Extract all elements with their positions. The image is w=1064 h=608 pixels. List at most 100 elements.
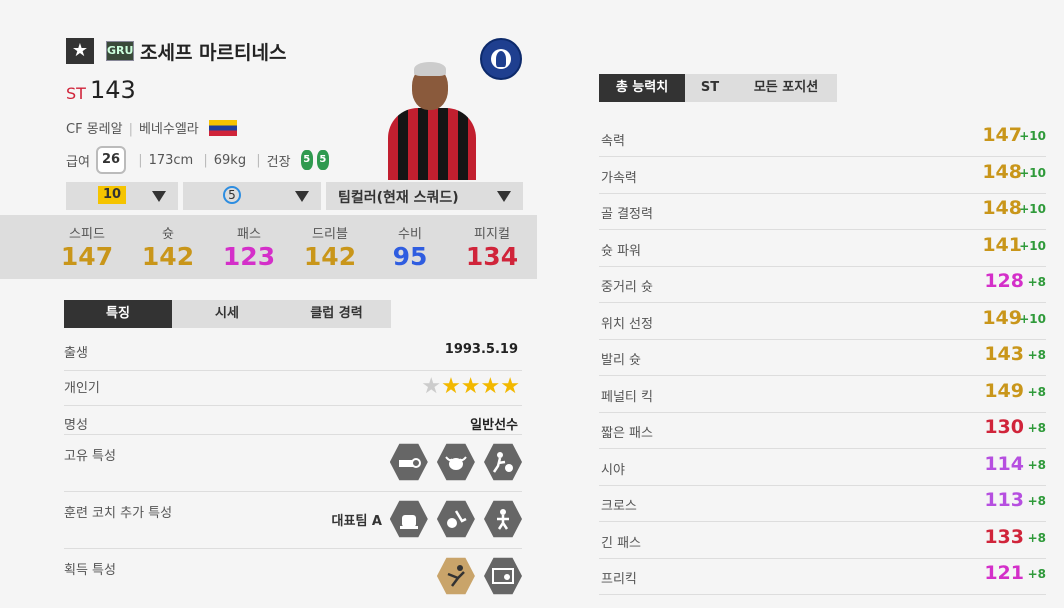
star-icon: ★ [480, 374, 501, 399]
height: 173cm [148, 152, 194, 168]
attribute-row: 속력 147 +10 [599, 120, 1046, 157]
attribute-row: 위치 선정 149 +10 [599, 303, 1046, 340]
tab-all-positions[interactable]: 모든 포지션 [735, 74, 837, 102]
attribute-value: 114 [984, 452, 1024, 475]
goal-net-icon[interactable] [484, 557, 522, 595]
tab-total-stats[interactable]: 총 능력치 [599, 74, 685, 102]
attribute-row: 중거리 슛 128 +8 [599, 266, 1046, 303]
star-icon: ★ [441, 374, 461, 399]
nation-name: 베네수엘라 [138, 122, 199, 137]
attribute-label: 크로스 [601, 499, 637, 514]
venezuela-flag-icon [208, 120, 237, 136]
level-select[interactable]: 10 [66, 182, 178, 210]
attribute-bonus: +8 [1027, 421, 1046, 435]
attribute-label: 페널티 킥 [601, 389, 653, 405]
stat-speed: 스피드 147 [60, 227, 114, 271]
star-icon: ★ [500, 374, 520, 399]
attribute-bonus: +8 [1027, 530, 1046, 545]
tab-traits[interactable]: 특징 [64, 300, 172, 328]
chevron-down-icon [497, 191, 511, 202]
ball-kick-icon[interactable] [436, 500, 475, 538]
star-icon[interactable]: ★ [66, 38, 94, 64]
attribute-value: 148 [982, 197, 1022, 219]
coach-trait-icons [386, 500, 522, 542]
player-kick-icon[interactable] [484, 443, 522, 481]
tab-price[interactable]: 시세 [172, 300, 282, 328]
stat-tabs: 총 능력치 ST 모든 포지션 [599, 74, 837, 102]
attribute-label: 가속력 [601, 170, 637, 186]
teamcolor-value: 팀컬러(현재 스쿼드) [338, 190, 459, 206]
tab-club-career[interactable]: 클럽 경력 [282, 300, 391, 328]
birth-date: 1993.5.19 [444, 342, 518, 357]
stat-dribbling: 드리블 142 [303, 227, 357, 271]
attribute-row: 발리 슛 143 +8 [599, 339, 1046, 376]
tab-st[interactable]: ST [685, 74, 735, 102]
teamcolor-select[interactable]: 팀컬러(현재 스쿼드) [326, 182, 523, 210]
grade-value: 5 [223, 186, 241, 204]
reputation-value: 일반선수 [470, 418, 518, 433]
attribute-value: 148 [982, 160, 1022, 183]
attribute-value: 149 [984, 379, 1024, 402]
level-value: 10 [98, 186, 126, 204]
attribute-value: 128 [984, 270, 1024, 292]
player-physical: 급여 26 | 173cm | 69kg | 건장 5 5 [66, 146, 329, 174]
attribute-label: 프리킥 [601, 572, 637, 587]
attribute-row: 프리킥 121 +8 [599, 558, 1046, 595]
attribute-row: 슛 파워 141 +10 [599, 230, 1046, 267]
detail-tabs: 특징 시세 클럽 경력 [64, 300, 391, 328]
attribute-row: 가속력 148 +10 [599, 157, 1046, 194]
row-reputation: 명성 일반선수 [64, 406, 522, 435]
attribute-bonus: +8 [1027, 384, 1046, 399]
attribute-value: 133 [984, 525, 1024, 548]
attribute-bonus: +8 [1027, 567, 1046, 581]
club-name: CF 몽레알 [66, 122, 123, 137]
attribute-label: 중거리 슛 [601, 280, 653, 295]
attribute-value: 130 [984, 416, 1024, 438]
attribute-bonus: +10 [1019, 202, 1046, 216]
attribute-bonus: +10 [1019, 238, 1046, 253]
attribute-row: 짧은 패스 130 +8 [599, 412, 1046, 449]
left-foot-icon: 5 [300, 150, 313, 170]
stat-shooting: 슛 142 [141, 227, 195, 271]
season-badge: GRU [106, 41, 134, 61]
player-position: ST [66, 84, 86, 103]
attribute-label: 위치 선정 [601, 316, 653, 332]
attribute-row: 시야 114 +8 [599, 449, 1046, 486]
attribute-bonus: +8 [1027, 348, 1046, 362]
alarm-light-icon[interactable] [389, 500, 428, 538]
attribute-value: 147 [982, 124, 1022, 146]
skill-stars: ★★★★★ [421, 374, 520, 399]
attribute-bonus: +10 [1019, 129, 1046, 143]
attribute-label: 시야 [601, 462, 625, 478]
attribute-label: 슛 파워 [601, 243, 642, 259]
club-logo-icon [480, 38, 522, 80]
weight: 69kg [213, 152, 247, 168]
attribute-value: 121 [984, 562, 1024, 584]
attribute-bonus: +8 [1027, 457, 1046, 472]
row-coach-traits: 훈련 코치 추가 특성 대표팀 A [64, 492, 522, 549]
attribute-row: 크로스 113 +8 [599, 485, 1046, 522]
stat-physical: 피지컬 134 [465, 227, 519, 271]
row-acquired-traits: 획득 특성 [64, 549, 522, 605]
attribute-bonus: +10 [1019, 165, 1046, 180]
chevron-down-icon [152, 191, 166, 202]
attribute-label: 짧은 패스 [601, 426, 653, 441]
dribble-icon[interactable] [484, 500, 522, 538]
salary-label: 급여 [66, 154, 90, 170]
star-icon: ★ [460, 374, 481, 399]
salary-value: 26 [96, 146, 127, 174]
attribute-row: 긴 패스 133 +8 [599, 522, 1046, 559]
grade-select[interactable]: 5 [183, 182, 321, 210]
attribute-bonus: +8 [1027, 494, 1046, 508]
right-foot-icon: 5 [316, 150, 329, 170]
player-photo [384, 62, 480, 180]
bull-icon[interactable] [436, 443, 475, 481]
attribute-label: 발리 슛 [601, 353, 642, 368]
bicycle-kick-icon[interactable] [436, 557, 475, 595]
coach-team-label: 대표팀 A [331, 514, 382, 529]
attribute-value: 113 [984, 489, 1024, 511]
player-club-nation: CF 몽레알 | 베네수엘라 [66, 118, 237, 137]
player-ovr: 143 [90, 76, 136, 104]
flag-map-icon[interactable] [389, 443, 428, 481]
row-unique-traits: 고유 특성 [64, 435, 522, 492]
